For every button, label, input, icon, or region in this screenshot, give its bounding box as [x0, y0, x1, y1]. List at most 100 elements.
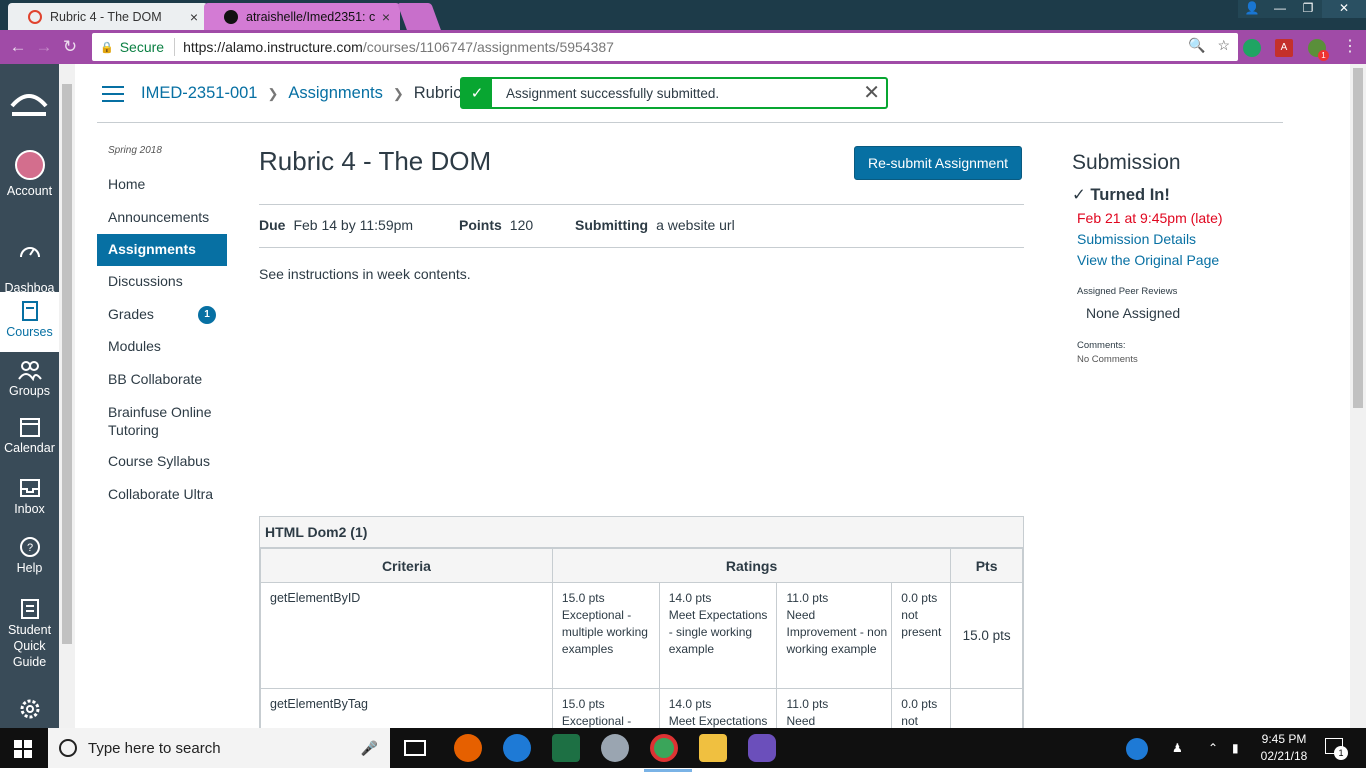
chrome-menu-icon[interactable]: ⋮ — [1342, 36, 1358, 56]
rating-pts: 15.0 pts — [561, 591, 605, 605]
breadcrumb-assignments-link[interactable]: Assignments — [288, 84, 382, 103]
rating-desc: Need Improvement - non working example — [786, 608, 888, 656]
rating-cell[interactable]: 0.0 pts not present — [891, 582, 952, 689]
gear-icon — [20, 699, 39, 719]
tab-close-icon[interactable]: × — [382, 9, 390, 25]
comments-label: Comments: — [1077, 340, 1126, 351]
course-nav-assignments[interactable]: Assignments — [97, 234, 227, 266]
grammarly-extension-icon[interactable] — [1243, 39, 1261, 57]
search-placeholder: Type here to search — [88, 739, 221, 757]
bookmark-star-icon[interactable]: ☆ — [1217, 37, 1230, 54]
term-label: Spring 2018 — [108, 145, 162, 156]
windows-start-icon[interactable] — [14, 740, 32, 758]
course-nav-grades[interactable]: Grades — [108, 306, 154, 322]
reload-icon[interactable]: ↻ — [57, 34, 83, 60]
clock-time: 9:45 PM — [1261, 732, 1307, 746]
profile-icon[interactable]: 👤 — [1238, 0, 1266, 18]
nav-help[interactable]: ? Help — [0, 536, 59, 576]
excel-icon[interactable] — [552, 734, 580, 762]
address-bar[interactable]: 🔒 Secure https://alamo.instructure.com /… — [92, 33, 1238, 61]
course-nav-collaborate-ultra[interactable]: Collaborate Ultra — [108, 486, 213, 502]
breadcrumb: IMED-2351-001 ❯ Assignments ❯ Rubric 4 - — [141, 84, 485, 103]
nav-label: Inbox — [14, 502, 45, 516]
taskbar-search[interactable]: Type here to search 🎤 — [48, 728, 390, 768]
course-nav-syllabus[interactable]: Course Syllabus — [108, 453, 210, 469]
course-nav-modules[interactable]: Modules — [108, 338, 161, 354]
hamburger-menu-icon[interactable] — [102, 86, 124, 102]
rating-desc: not present — [901, 608, 942, 639]
file-explorer-icon[interactable] — [699, 734, 727, 762]
cortana-icon — [59, 739, 77, 757]
peer-reviews-value: None Assigned — [1086, 305, 1181, 321]
peer-reviews-label: Assigned Peer Reviews — [1077, 286, 1178, 297]
help-tray-icon[interactable] — [1126, 738, 1148, 760]
nav-courses[interactable]: Courses — [0, 292, 59, 352]
breadcrumb-course-link[interactable]: IMED-2351-001 — [141, 84, 257, 103]
submission-details-link[interactable]: Submission Details — [1077, 231, 1196, 247]
task-view-icon[interactable] — [404, 740, 426, 756]
course-nav-discussions[interactable]: Discussions — [108, 273, 183, 289]
rating-cell[interactable]: 15.0 pts Exceptional - multiple working e… — [551, 582, 660, 689]
tab-close-icon[interactable]: × — [190, 9, 198, 25]
resubmit-assignment-button[interactable]: Re-submit Assignment — [854, 146, 1022, 180]
points-label: Points — [459, 217, 502, 233]
chrome-icon[interactable] — [644, 734, 692, 772]
minimize-button[interactable]: — — [1266, 0, 1294, 18]
secure-label: Secure — [119, 39, 165, 55]
rating-pts: 0.0 pts — [901, 697, 938, 711]
divider — [259, 204, 1024, 205]
close-window-button[interactable]: ✕ — [1322, 0, 1366, 18]
canvas-favicon-icon — [28, 9, 42, 24]
close-icon[interactable]: ✕ — [863, 83, 880, 103]
rating-pts: 11.0 pts — [786, 591, 829, 605]
due-label: Due — [259, 217, 286, 233]
tab-rubric[interactable]: Rubric 4 - The DOM × — [8, 3, 208, 30]
lock-icon: 🔒 — [100, 41, 114, 54]
back-arrow-icon[interactable]: ← — [5, 34, 31, 60]
rating-pts: 0.0 pts — [901, 591, 938, 605]
page-scrollbar[interactable] — [1350, 64, 1366, 728]
submitted-at-late: Feb 21 at 9:45pm (late) — [1077, 210, 1223, 226]
chevron-up-icon[interactable]: ⌃ — [1208, 728, 1218, 768]
nav-settings[interactable] — [0, 698, 59, 722]
rating-pts: 11.0 pts — [786, 697, 829, 711]
chevron-right-icon: ❯ — [392, 85, 404, 101]
taskbar-clock[interactable]: 9:45 PM 02/21/18 — [1255, 731, 1313, 765]
edge-icon[interactable] — [503, 734, 531, 762]
firefox-icon[interactable] — [454, 734, 482, 762]
people-icon[interactable]: ♟ — [1172, 728, 1183, 768]
nav-inbox[interactable]: Inbox — [0, 477, 59, 517]
submitting-value: a website url — [656, 217, 735, 233]
microphone-icon[interactable]: 🎤 — [361, 740, 378, 757]
nav-account[interactable]: Account — [0, 150, 59, 199]
nav-calendar[interactable]: Calendar — [0, 416, 59, 456]
rating-cell[interactable]: 14.0 pts Meet Expectations - single worki… — [658, 582, 778, 689]
forward-arrow-icon[interactable]: → — [31, 34, 57, 60]
course-nav-home[interactable]: Home — [108, 176, 145, 192]
rating-pts: 14.0 pts — [668, 697, 712, 711]
maximize-button[interactable]: ❐ — [1294, 0, 1322, 18]
pdf-extension-icon[interactable]: A — [1275, 39, 1293, 57]
course-nav-bb-collaborate[interactable]: BB Collaborate — [108, 371, 202, 387]
course-nav-brainfuse[interactable]: Brainfuse Online Tutoring — [108, 403, 223, 439]
courses-book-icon — [21, 301, 38, 321]
battery-icon[interactable]: ▮ — [1232, 728, 1239, 768]
app-icon[interactable] — [748, 734, 776, 762]
rating-cell[interactable]: 11.0 pts Need Improvement - non working e… — [776, 582, 893, 689]
turned-in-label: Turned In! — [1090, 186, 1170, 204]
paint-icon[interactable] — [601, 734, 629, 762]
institution-logo[interactable] — [10, 84, 48, 122]
global-navigation: Account Dashboa rd Courses Groups Calend… — [0, 64, 59, 728]
course-nav-announcements[interactable]: Announcements — [108, 209, 209, 225]
clock-date: 02/21/18 — [1260, 749, 1308, 763]
nav-student-quick-guide[interactable]: Student Quick Guide — [0, 598, 59, 670]
nav-groups[interactable]: Groups — [0, 359, 59, 399]
zoom-icon[interactable]: 🔍 — [1188, 37, 1205, 54]
new-tab-button[interactable] — [397, 3, 441, 30]
points: Points 120 — [459, 217, 533, 233]
tab-github[interactable]: atraishelle/Imed2351: cla × — [204, 3, 400, 30]
nav-scrollbar[interactable] — [59, 64, 75, 728]
view-original-page-link[interactable]: View the Original Page — [1077, 252, 1219, 268]
ratings-header: Ratings — [551, 548, 952, 583]
chevron-right-icon: ❯ — [267, 85, 279, 101]
